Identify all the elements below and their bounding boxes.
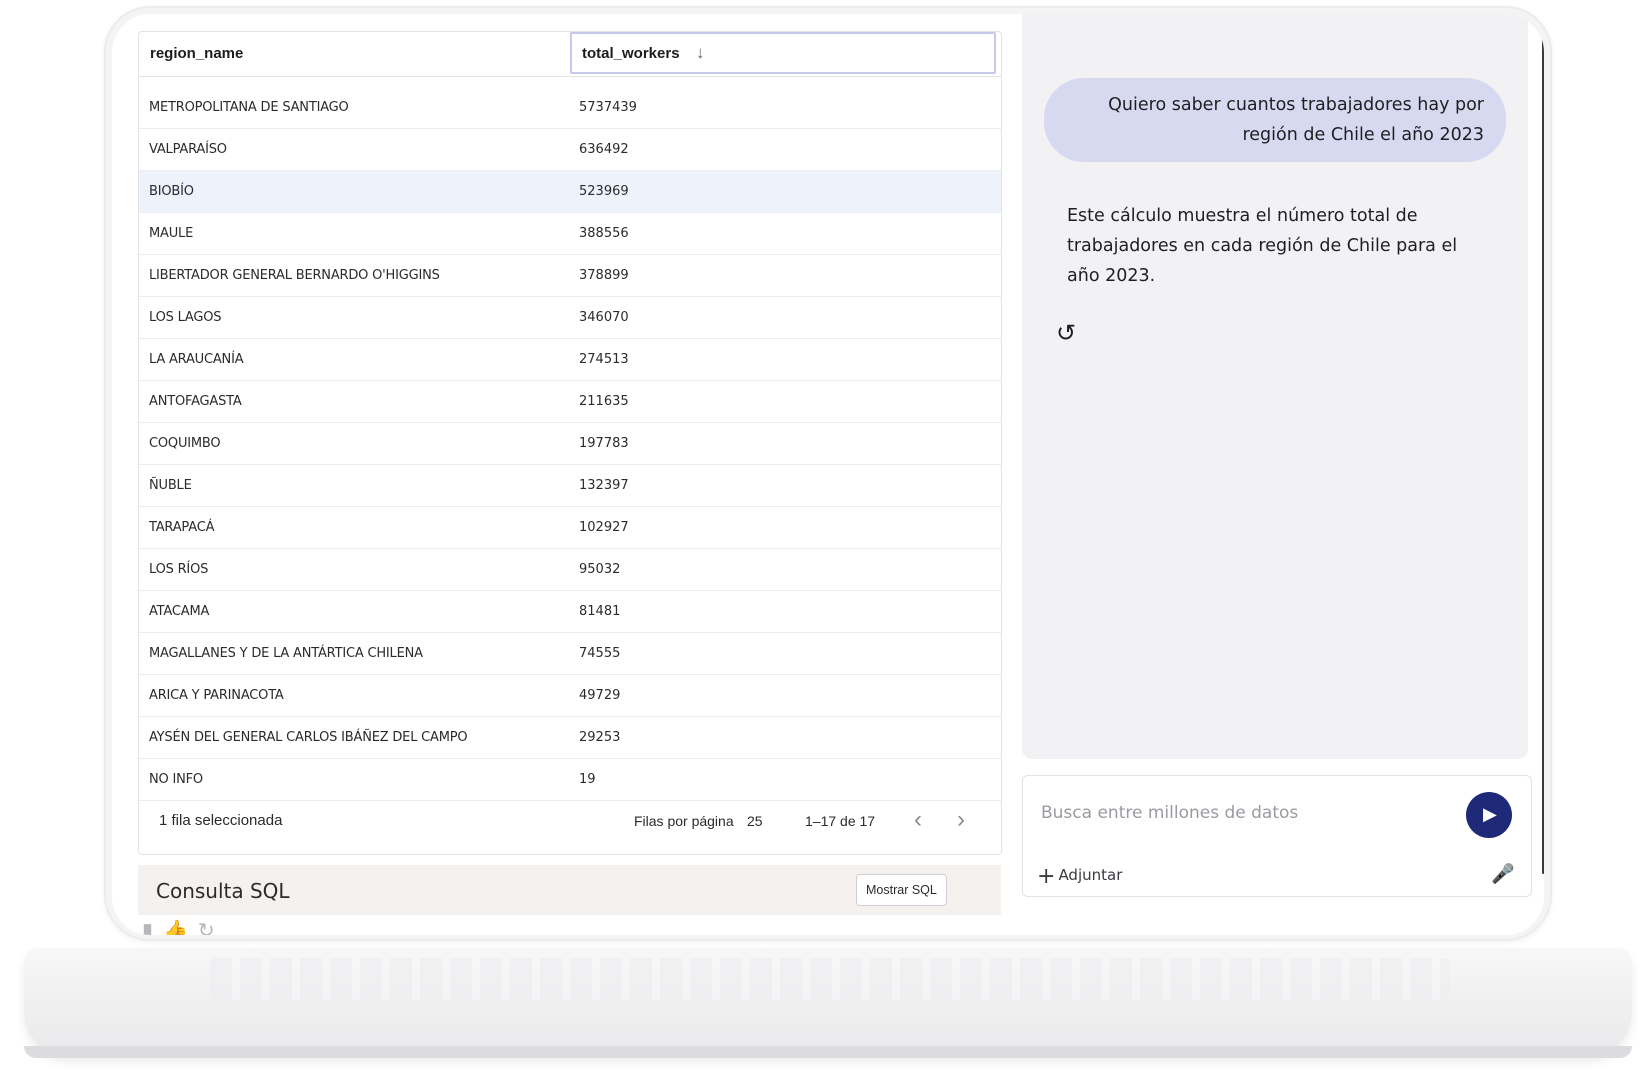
table-row[interactable]: ARICA Y PARINACOTA 49729 <box>139 675 1001 717</box>
cell-total-workers: 5737439 <box>579 100 637 115</box>
table-row[interactable]: AYSÉN DEL GENERAL CARLOS IBÁÑEZ DEL CAMP… <box>139 717 1001 759</box>
user-message-bubble: Quiero saber cuantos trabajadores hay po… <box>1044 78 1506 162</box>
feedback-icons: ▮👍↻ <box>142 918 225 935</box>
table-header: region_name total_workers ↓ <box>139 32 1001 77</box>
table-row[interactable]: LOS RÍOS 95032 <box>139 549 1001 591</box>
attach-label: Adjuntar <box>1058 866 1123 884</box>
sql-query-bar: Consulta SQL Mostrar SQL <box>138 865 1001 915</box>
cell-total-workers: 102927 <box>579 520 629 535</box>
cell-region-name: MAULE <box>149 226 194 241</box>
cell-region-name: COQUIMBO <box>149 436 221 451</box>
rows-per-page-select[interactable]: 25 <box>747 813 763 829</box>
table-row[interactable]: VALPARAÍSO 636492 <box>139 129 1001 171</box>
results-table: region_name total_workers ↓ METROPOLITAN… <box>138 31 1002 855</box>
cell-region-name: VALPARAÍSO <box>149 142 227 157</box>
sql-query-title: Consulta SQL <box>156 879 290 903</box>
chevron-left-icon[interactable]: ‹ <box>914 806 922 834</box>
cell-total-workers: 211635 <box>579 394 629 409</box>
cell-total-workers: 95032 <box>579 562 621 577</box>
app-screen: region_name total_workers ↓ METROPOLITAN… <box>112 14 1544 935</box>
play-icon: ▶ <box>1483 804 1497 824</box>
table-row[interactable]: ANTOFAGASTA 211635 <box>139 381 1001 423</box>
cell-region-name: LOS RÍOS <box>149 562 209 577</box>
cell-region-name: METROPOLITANA DE SANTIAGO <box>149 100 349 115</box>
rows-per-page-label: Filas por página <box>634 813 734 829</box>
cell-region-name: ÑUBLE <box>149 478 192 493</box>
laptop-base-lip <box>24 1046 1632 1058</box>
attach-button[interactable]: + Adjuntar <box>1037 864 1122 889</box>
selected-count: 1 fila seleccionada <box>159 812 283 829</box>
table-row[interactable]: TARAPACÁ 102927 <box>139 507 1001 549</box>
cell-total-workers: 74555 <box>579 646 621 661</box>
cell-region-name: LIBERTADOR GENERAL BERNARDO O'HIGGINS <box>149 268 440 283</box>
cell-region-name: BIOBÍO <box>149 184 194 199</box>
show-sql-button[interactable]: Mostrar SQL <box>856 874 947 906</box>
table-row[interactable]: MAULE 388556 <box>139 213 1001 255</box>
column-header-total-workers[interactable]: total_workers ↓ <box>570 32 996 74</box>
table-footer: 1 fila seleccionada Filas por página 25 … <box>139 792 1001 852</box>
send-button[interactable]: ▶ <box>1466 792 1512 838</box>
microphone-icon[interactable]: 🎤 <box>1491 862 1515 886</box>
assistant-message: Este cálculo muestra el número total de … <box>1067 206 1458 286</box>
cell-region-name: TARAPACÁ <box>149 520 215 535</box>
table-row[interactable]: ATACAMA 81481 <box>139 591 1001 633</box>
chat-input-box: ▶ +Adjuntar 🎤 <box>1022 775 1532 897</box>
column-header-label: total_workers <box>582 45 680 62</box>
pagination-range: 1–17 de 17 <box>805 813 876 829</box>
cell-total-workers: 378899 <box>579 268 629 283</box>
cell-region-name: ATACAMA <box>149 604 210 619</box>
cell-total-workers: 197783 <box>579 436 629 451</box>
cell-total-workers: 523969 <box>579 184 629 199</box>
table-body: METROPOLITANA DE SANTIAGO 5737439 VALPARAÍ… <box>139 87 1001 801</box>
user-message-line: región de Chile el año 2023 <box>1242 125 1484 145</box>
table-row[interactable]: METROPOLITANA DE SANTIAGO 5737439 <box>139 87 1001 129</box>
cell-region-name: ARICA Y PARINACOTA <box>149 688 284 703</box>
laptop-keyboard <box>210 958 1450 1000</box>
cell-total-workers: 636492 <box>579 142 629 157</box>
scrollbar[interactable] <box>1542 36 1544 874</box>
cell-total-workers: 274513 <box>579 352 629 367</box>
cell-region-name: AYSÉN DEL GENERAL CARLOS IBÁÑEZ DEL CAMP… <box>149 730 468 745</box>
cell-region-name: LOS LAGOS <box>149 310 222 325</box>
cell-total-workers: 19 <box>579 772 596 787</box>
cell-total-workers: 346070 <box>579 310 629 325</box>
table-row[interactable]: COQUIMBO 197783 <box>139 423 1001 465</box>
user-message-line: Quiero saber cuantos trabajadores hay po… <box>1108 95 1484 115</box>
table-row[interactable]: ÑUBLE 132397 <box>139 465 1001 507</box>
regenerate-icon[interactable]: ↺ <box>1056 319 1076 348</box>
chevron-right-icon[interactable]: › <box>957 806 965 834</box>
column-header-region-name[interactable]: region_name <box>150 45 243 62</box>
cell-total-workers: 132397 <box>579 478 629 493</box>
thumbs-down-icon[interactable]: ▮ <box>142 920 163 935</box>
table-row[interactable]: LIBERTADOR GENERAL BERNARDO O'HIGGINS 378… <box>139 255 1001 297</box>
cell-total-workers: 49729 <box>579 688 621 703</box>
search-input[interactable] <box>1039 798 1443 828</box>
cell-total-workers: 29253 <box>579 730 621 745</box>
thumbs-up-icon[interactable]: 👍 <box>163 920 198 935</box>
cell-total-workers: 388556 <box>579 226 629 241</box>
table-row[interactable]: MAGALLANES Y DE LA ANTÁRTICA CHILENA 7455… <box>139 633 1001 675</box>
arrow-down-icon[interactable]: ↓ <box>696 43 705 63</box>
cell-region-name: ANTOFAGASTA <box>149 394 242 409</box>
refresh-icon[interactable]: ↻ <box>198 920 225 935</box>
table-row[interactable]: BIOBÍO 523969 <box>139 171 1001 213</box>
chat-panel: Quiero saber cuantos trabajadores hay po… <box>1022 14 1528 759</box>
cell-region-name: LA ARAUCANÍA <box>149 352 244 367</box>
plus-icon: + <box>1037 864 1056 889</box>
cell-region-name: NO INFO <box>149 772 203 787</box>
table-row[interactable]: LA ARAUCANÍA 274513 <box>139 339 1001 381</box>
table-row[interactable]: LOS LAGOS 346070 <box>139 297 1001 339</box>
cell-total-workers: 81481 <box>579 604 621 619</box>
cell-region-name: MAGALLANES Y DE LA ANTÁRTICA CHILENA <box>149 646 423 661</box>
